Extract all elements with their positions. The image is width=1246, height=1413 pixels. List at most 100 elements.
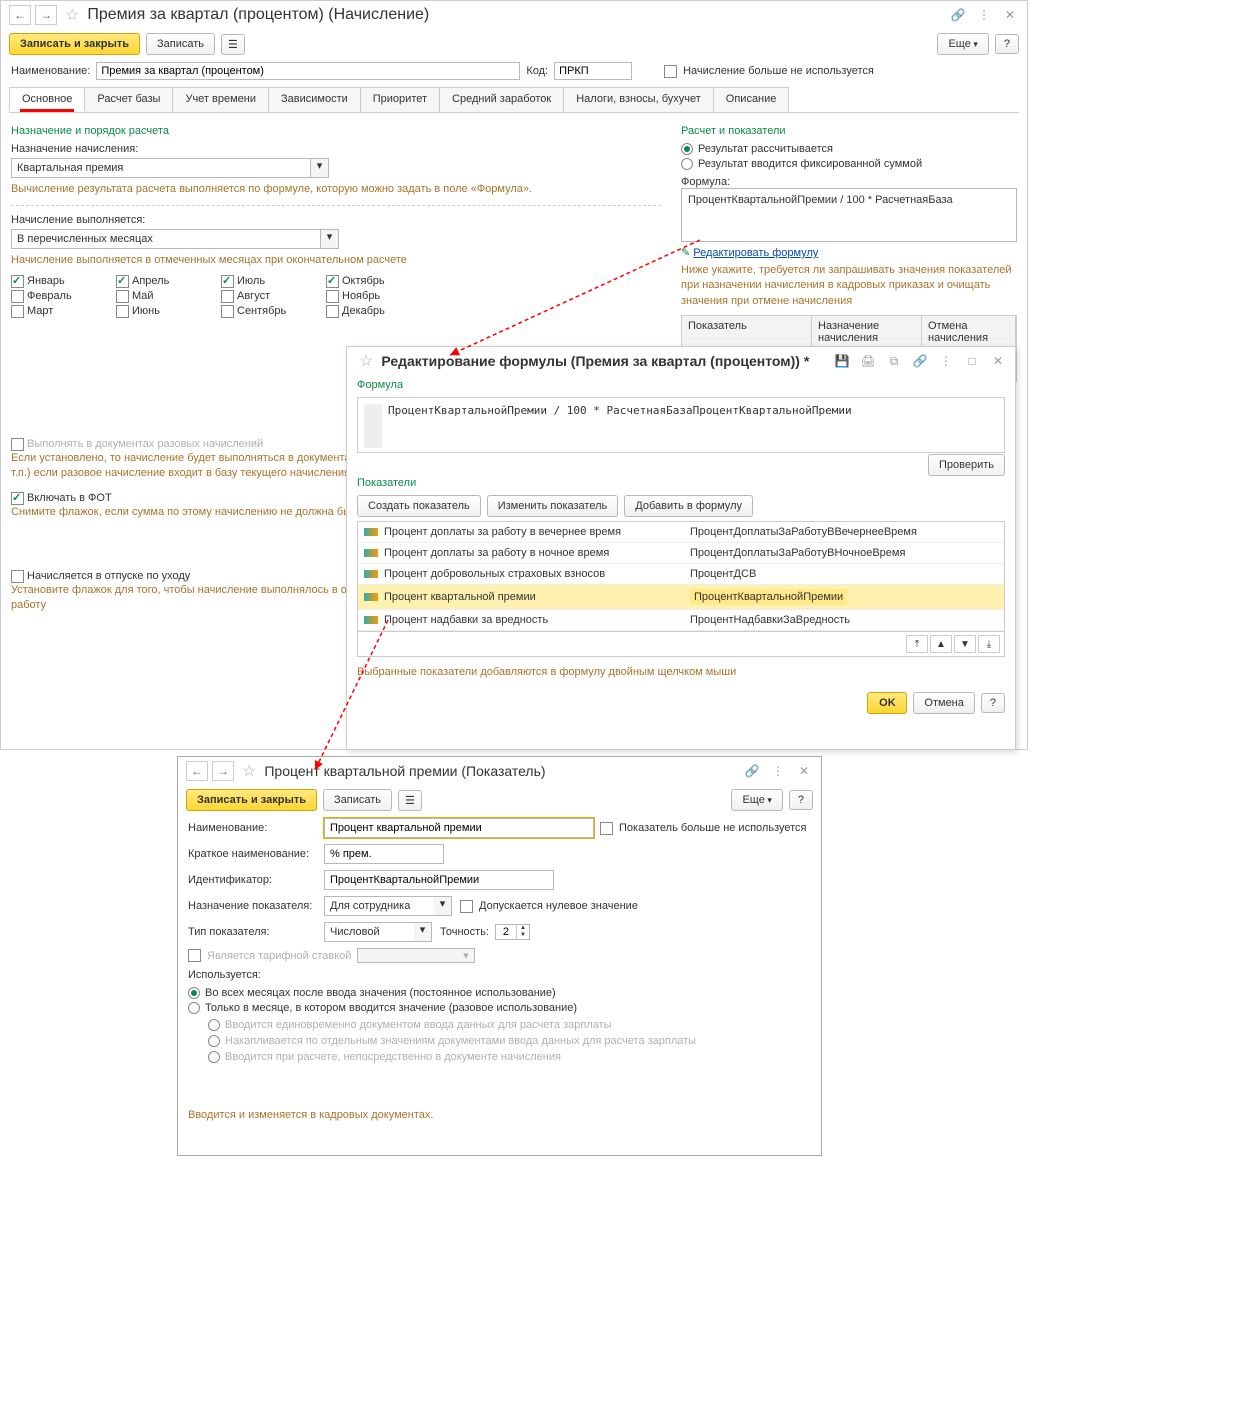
print-icon[interactable]: 🖨: [859, 352, 877, 370]
month-checkbox[interactable]: [221, 290, 234, 303]
month-checkbox[interactable]: [116, 275, 129, 288]
kebab-icon[interactable]: ⋮: [975, 6, 993, 24]
perform-dropdown-icon[interactable]: ▾: [321, 229, 339, 249]
month-checkbox[interactable]: [116, 305, 129, 318]
code-input[interactable]: [554, 62, 632, 80]
month-checkbox[interactable]: [116, 290, 129, 303]
copy-icon[interactable]: ⧉: [885, 352, 903, 370]
month-item[interactable]: Январь: [11, 275, 96, 288]
chevron-down-icon[interactable]: ▾: [434, 896, 452, 916]
indicator-row[interactable]: Процент квартальной премииПроцентКвартал…: [358, 585, 1004, 610]
row-up-icon[interactable]: ▲: [930, 635, 952, 653]
save-button[interactable]: Записать: [146, 33, 215, 55]
indicator-row[interactable]: Процент добровольных страховых взносовПр…: [358, 564, 1004, 585]
name-input[interactable]: [96, 62, 520, 80]
month-item[interactable]: Май: [116, 290, 201, 303]
check-button[interactable]: Проверить: [928, 454, 1005, 476]
month-item[interactable]: Апрель: [116, 275, 201, 288]
month-item[interactable]: Октябрь: [326, 275, 411, 288]
month-item[interactable]: Август: [221, 290, 306, 303]
allow-zero-checkbox[interactable]: [460, 900, 473, 913]
kebab-icon[interactable]: ⋮: [769, 762, 787, 780]
not-used-checkbox[interactable]: [664, 65, 677, 78]
edit-formula-link[interactable]: Редактировать формулу: [693, 247, 818, 259]
star-icon[interactable]: ☆: [238, 761, 260, 781]
nav-back-button[interactable]: ←: [186, 761, 208, 781]
purpose-select[interactable]: Квартальная премия: [11, 158, 311, 178]
month-item[interactable]: Сентябрь: [221, 305, 306, 318]
row-down-icon[interactable]: ▼: [954, 635, 976, 653]
tab-main[interactable]: Основное: [9, 87, 85, 112]
help-button[interactable]: ?: [995, 34, 1019, 54]
close-icon[interactable]: ✕: [1001, 6, 1019, 24]
save-close-button[interactable]: Записать и закрыть: [186, 789, 317, 811]
radio-calc[interactable]: [681, 143, 693, 155]
month-item[interactable]: Февраль: [11, 290, 96, 303]
link-icon[interactable]: 🔗: [743, 762, 761, 780]
link-icon[interactable]: 🔗: [911, 352, 929, 370]
ind-name-input[interactable]: [324, 818, 594, 838]
link-icon[interactable]: 🔗: [949, 6, 967, 24]
list-icon-button[interactable]: ☰: [398, 790, 422, 811]
tab-priority[interactable]: Приоритет: [360, 87, 440, 112]
save-close-button[interactable]: Записать и закрыть: [9, 33, 140, 55]
month-checkbox[interactable]: [326, 290, 339, 303]
month-item[interactable]: Июль: [221, 275, 306, 288]
month-checkbox[interactable]: [11, 305, 24, 318]
precision-input[interactable]: [496, 925, 516, 939]
month-checkbox[interactable]: [221, 305, 234, 318]
save-icon[interactable]: 💾: [833, 352, 851, 370]
maximize-icon[interactable]: □: [963, 352, 981, 370]
tab-desc[interactable]: Описание: [713, 87, 790, 112]
close-icon[interactable]: ✕: [795, 762, 813, 780]
tab-base[interactable]: Расчет базы: [84, 87, 173, 112]
month-item[interactable]: Декабрь: [326, 305, 411, 318]
help-button[interactable]: ?: [981, 693, 1005, 713]
star-icon[interactable]: ☆: [355, 351, 377, 371]
stepper-down-icon[interactable]: ▼: [517, 932, 529, 939]
radio-fixed[interactable]: [681, 158, 693, 170]
indicator-row[interactable]: Процент доплаты за работу в ночное время…: [358, 543, 1004, 564]
tab-avg[interactable]: Средний заработок: [439, 87, 564, 112]
fot-checkbox[interactable]: [11, 492, 24, 505]
perform-select[interactable]: В перечисленных месяцах: [11, 229, 321, 249]
month-checkbox[interactable]: [326, 275, 339, 288]
kebab-icon[interactable]: ⋮: [937, 352, 955, 370]
chevron-down-icon[interactable]: ▾: [414, 922, 432, 942]
ind-id-input[interactable]: [324, 870, 554, 890]
indicator-row[interactable]: Процент надбавки за вредностьПроцентНадб…: [358, 610, 1004, 631]
tab-time[interactable]: Учет времени: [172, 87, 269, 112]
precision-stepper[interactable]: ▲▼: [495, 924, 530, 940]
nav-forward-button[interactable]: →: [212, 761, 234, 781]
close-icon[interactable]: ✕: [989, 352, 1007, 370]
ind-short-input[interactable]: [324, 844, 444, 864]
tab-deps[interactable]: Зависимости: [268, 87, 361, 112]
usage-radio-permanent[interactable]: [188, 987, 200, 999]
indicator-row[interactable]: Процент доплаты за работу в вечернее вре…: [358, 522, 1004, 543]
cancel-button[interactable]: Отмена: [913, 692, 974, 714]
save-button[interactable]: Записать: [323, 789, 392, 811]
more-button[interactable]: Еще: [731, 789, 782, 811]
more-button[interactable]: Еще: [937, 33, 988, 55]
list-icon-button[interactable]: ☰: [221, 34, 245, 55]
edit-indicator-button[interactable]: Изменить показатель: [487, 495, 619, 517]
purpose-dropdown-icon[interactable]: ▾: [311, 158, 329, 178]
star-icon[interactable]: ☆: [61, 5, 83, 25]
add-to-formula-button[interactable]: Добавить в формулу: [624, 495, 753, 517]
usage-radio-once[interactable]: [188, 1002, 200, 1014]
help-button[interactable]: ?: [789, 790, 813, 810]
tab-tax[interactable]: Налоги, взносы, бухучет: [563, 87, 714, 112]
row-first-icon[interactable]: ⤒: [906, 635, 928, 653]
row-last-icon[interactable]: ⤓: [978, 635, 1000, 653]
month-checkbox[interactable]: [326, 305, 339, 318]
month-checkbox[interactable]: [11, 290, 24, 303]
ind-purpose-select[interactable]: Для сотрудника: [324, 896, 434, 916]
ok-button[interactable]: OK: [867, 692, 907, 714]
month-checkbox[interactable]: [11, 275, 24, 288]
month-item[interactable]: Июнь: [116, 305, 201, 318]
create-indicator-button[interactable]: Создать показатель: [357, 495, 481, 517]
nav-back-button[interactable]: ←: [9, 5, 31, 25]
month-checkbox[interactable]: [221, 275, 234, 288]
ind-type-select[interactable]: Числовой: [324, 922, 414, 942]
month-item[interactable]: Ноябрь: [326, 290, 411, 303]
